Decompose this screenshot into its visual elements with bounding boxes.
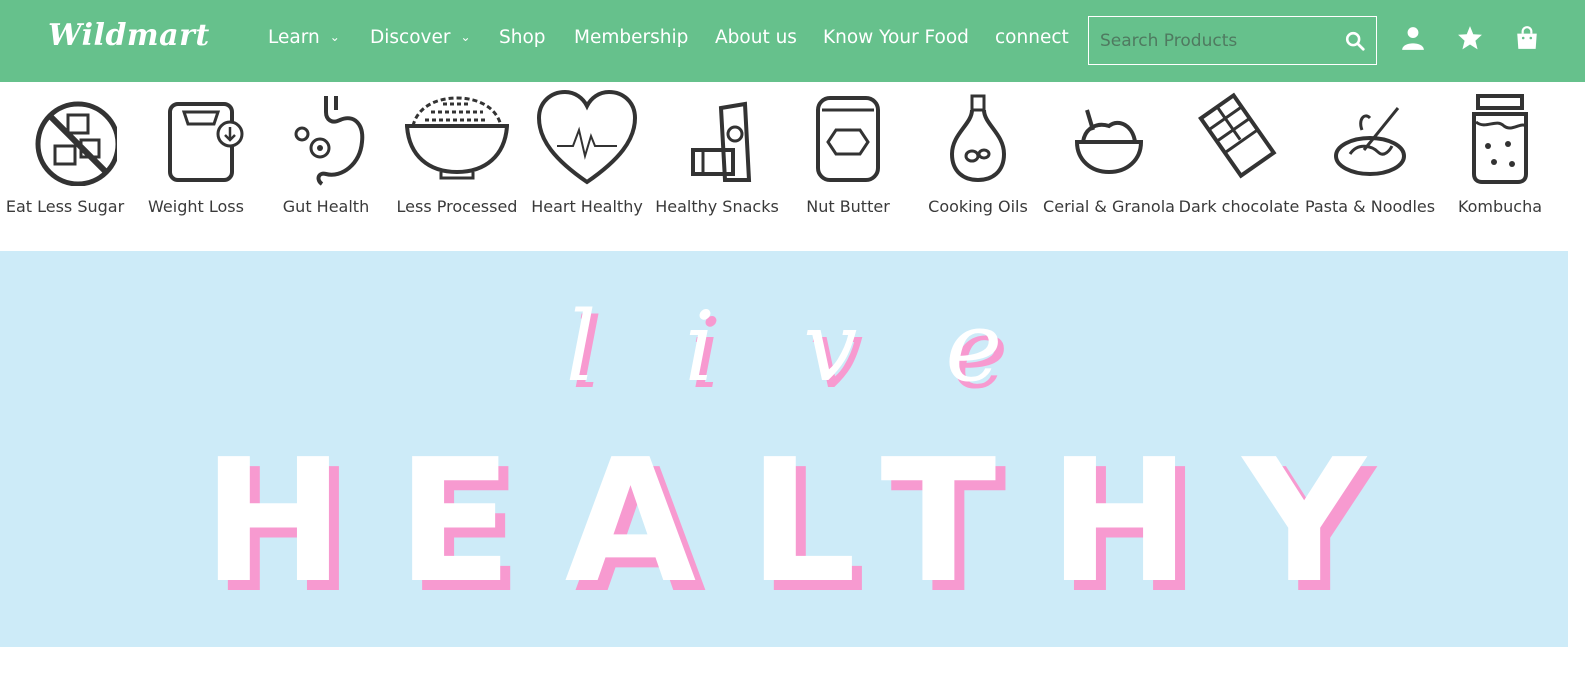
cereal-bowl-icon (1074, 109, 1144, 175)
search-icon[interactable] (1344, 30, 1366, 52)
scale-icon (168, 102, 244, 182)
category-weight-loss[interactable]: Weight Loss (131, 82, 261, 251)
user-icon[interactable] (1400, 25, 1426, 51)
chevron-down-icon: ⌄ (329, 30, 340, 44)
page-scrollbar[interactable] (1568, 82, 1585, 690)
hero-headline-live: live (565, 291, 1091, 403)
nav-connect[interactable]: connect (995, 27, 1069, 48)
nav-learn-label: Learn (268, 27, 320, 48)
chocolate-icon (1198, 92, 1277, 179)
category-label: Kombucha (1457, 197, 1543, 216)
nav-discover-label: Discover (370, 27, 451, 48)
category-dark-chocolate[interactable]: Dark chocolate (1174, 82, 1304, 251)
category-kombucha[interactable]: Kombucha (1435, 82, 1565, 251)
oil-bottle-icon (949, 94, 1007, 183)
nav-shop[interactable]: Shop (499, 27, 546, 48)
category-healthy-snacks[interactable]: Healthy Snacks (652, 82, 782, 251)
hero-banner: live HEALTHY (0, 251, 1568, 647)
search-input[interactable] (1089, 17, 1339, 64)
shopping-bag-icon[interactable] (1514, 25, 1540, 51)
stomach-icon (294, 96, 365, 186)
category-nut-butter[interactable]: Nut Butter (783, 82, 913, 251)
jar-icon (816, 96, 880, 182)
category-label: Eat Less Sugar (5, 197, 125, 216)
category-eat-less-sugar[interactable]: Eat Less Sugar (0, 82, 130, 251)
category-label: Gut Health (282, 197, 370, 216)
nav-know-your-food[interactable]: Know Your Food (823, 27, 969, 48)
category-label: Dark chocolate (1178, 197, 1300, 216)
site-header: Wildmart Learn ⌄ Discover ⌄ Shop Membershi… (0, 0, 1585, 82)
chevron-down-icon: ⌄ (460, 30, 471, 44)
category-label: Healthy Snacks (655, 197, 779, 216)
category-pasta-noodles[interactable]: Pasta & Noodles (1305, 82, 1435, 251)
category-label: Cerial & Granola (1043, 197, 1175, 216)
search-box (1088, 16, 1377, 65)
snack-bar-icon (691, 101, 752, 182)
category-label: Less Processed (396, 197, 518, 216)
site-logo[interactable]: Wildmart (48, 18, 210, 53)
star-icon[interactable] (1457, 25, 1483, 51)
nav-learn[interactable]: Learn ⌄ (268, 27, 340, 48)
category-label: Cooking Oils (928, 197, 1028, 216)
pasta-icon (1334, 107, 1406, 176)
category-strip: Eat Less Sugar Weight Loss Gut Health Le… (0, 82, 1585, 251)
category-less-processed[interactable]: Less Processed (392, 82, 522, 251)
category-label: Pasta & Noodles (1304, 197, 1436, 216)
nav-about-us[interactable]: About us (715, 27, 797, 48)
category-cooking-oils[interactable]: Cooking Oils (913, 82, 1043, 251)
heart-icon (536, 90, 638, 185)
category-gut-health[interactable]: Gut Health (261, 82, 391, 251)
no-sugar-icon (35, 101, 117, 186)
nav-membership[interactable]: Membership (574, 27, 688, 48)
nav-discover[interactable]: Discover ⌄ (370, 27, 471, 48)
kombucha-jar-icon (1472, 94, 1528, 184)
hero-headline-healthy: HEALTHY (202, 423, 1418, 621)
grain-bowl-icon (405, 96, 509, 180)
category-label: Heart Healthy (531, 197, 643, 216)
category-cerial-granola[interactable]: Cerial & Granola (1043, 82, 1175, 251)
category-label: Weight Loss (148, 197, 244, 216)
category-label: Nut Butter (806, 197, 890, 216)
category-heart-healthy[interactable]: Heart Healthy (522, 82, 652, 251)
